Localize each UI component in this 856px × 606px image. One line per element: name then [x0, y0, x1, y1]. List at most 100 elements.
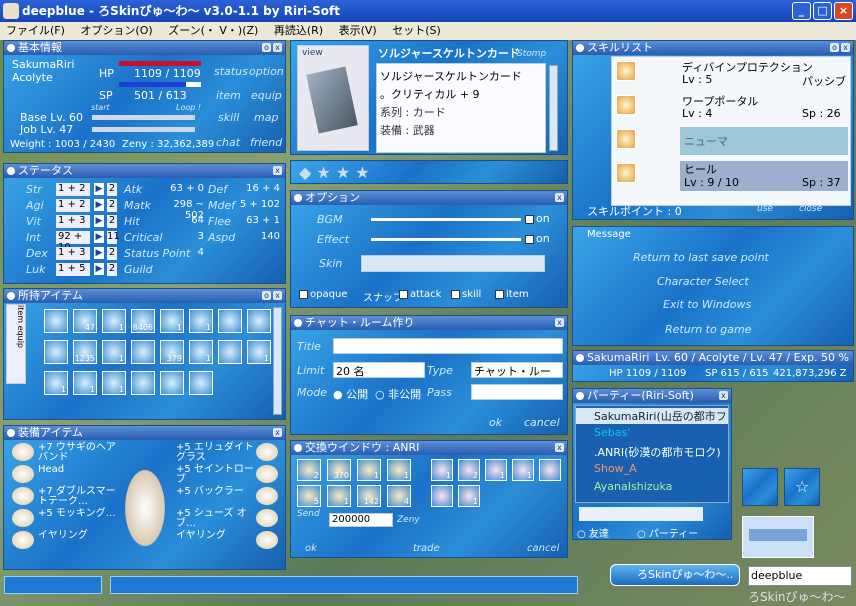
basic-info-window[interactable]: 基本情報 o x SakumaRiri Acolyte HP 1109 / 1109… [3, 40, 286, 153]
item-slot[interactable]: 1 [189, 340, 213, 364]
pass-input[interactable] [471, 384, 563, 400]
trade-my-item[interactable]: 1 [327, 485, 351, 507]
menu-option[interactable]: オプション(O) [80, 24, 152, 37]
trade-other-item[interactable]: 1 [458, 485, 480, 507]
card-window[interactable]: view ソルジャースケルトンカード Stomp ソルジャースケルトンカード 。… [290, 40, 568, 155]
item-slot[interactable]: 8406 [131, 309, 155, 333]
item-slot[interactable]: 1 [247, 340, 271, 364]
items-scrollbar[interactable] [273, 307, 282, 415]
trade-my-item[interactable]: 2 [297, 459, 321, 481]
stat-increase-button[interactable]: ▶ [94, 199, 104, 211]
equip-left-item[interactable]: +5 モッキング… [38, 509, 116, 519]
item-slot[interactable]: 47 [73, 309, 97, 333]
equip-right-item[interactable]: +5 バックラー [176, 487, 254, 497]
item-check[interactable]: item [506, 289, 529, 300]
item-slot[interactable]: 379 [160, 340, 184, 364]
type-select[interactable]: チャット・ルー [471, 362, 563, 378]
trade-other-item[interactable]: 1 [431, 459, 453, 481]
equip-left-item[interactable]: +7 ダブルスマートテーク… [38, 487, 116, 507]
equip-right-item[interactable]: +5 シューズ オブ… [176, 509, 254, 529]
card-scrollbar[interactable] [549, 65, 558, 151]
stat-increase-button[interactable]: ▶ [94, 263, 104, 275]
chat-header[interactable]: チャット・ルーム作り x [291, 316, 567, 330]
items-tabs[interactable]: item equip [6, 304, 26, 384]
item-slot[interactable]: 1 [189, 309, 213, 333]
limit-select[interactable]: 20 名 [333, 362, 425, 378]
item-slot[interactable] [218, 309, 242, 333]
stat-increase-button[interactable]: ▶ [94, 247, 104, 259]
status-window[interactable]: ステータス x Str 1 + 2 ▶ 2 Agi 1 + 2 ▶ 2 Vit 1 + 3 ▶ 2 Int… [3, 163, 286, 284]
skin-select[interactable] [361, 255, 545, 272]
stat-increase-button[interactable]: ▶ [94, 183, 104, 195]
item-slot[interactable] [131, 371, 155, 395]
item-button[interactable]: item [216, 89, 241, 102]
skill-name[interactable]: ニューマ [684, 133, 728, 149]
skin-badge[interactable]: ろSkinぴゅ～わ～.. [610, 564, 740, 586]
trade-other-item[interactable]: 1 [512, 459, 534, 481]
skill-header[interactable]: スキルリスト o x [573, 41, 853, 55]
trade-cancel-button[interactable]: cancel [527, 543, 559, 554]
equip-window[interactable]: 装備アイテム x +7 ウサギのヘアバンド Head +7 ダブルスマートテーク… +5… [3, 425, 286, 570]
chat-target-input[interactable] [4, 576, 102, 594]
chat-message-input[interactable] [110, 576, 578, 594]
trade-my-item[interactable]: 5 [297, 485, 321, 507]
trade-other-item[interactable] [539, 459, 561, 481]
option-window[interactable]: オプション x BGM on Effect on Skin opaque スナップ… [290, 190, 568, 308]
minimap-box[interactable] [742, 516, 814, 558]
map-button[interactable]: map [254, 111, 278, 124]
item-slot[interactable] [44, 309, 68, 333]
tab-party[interactable]: ○ パーティー [637, 525, 698, 539]
trade-my-item[interactable]: 1 [357, 459, 381, 481]
menu-set[interactable]: セット(S) [392, 24, 441, 37]
equip-right-item[interactable]: イヤリング [176, 531, 254, 541]
effect-on[interactable]: on [536, 232, 550, 245]
private-radio[interactable]: ○ 非公開 [375, 386, 421, 402]
trade-other-item[interactable] [431, 485, 453, 507]
party-header[interactable]: パーティー(Riri-Soft) x [573, 389, 731, 403]
item-slot[interactable]: 1 [160, 309, 184, 333]
minimize-button[interactable]: _ [792, 2, 811, 20]
skill-name[interactable]: ヒール [684, 161, 717, 177]
shortcut-slot[interactable] [742, 468, 778, 506]
menu-file[interactable]: ファイル(F) [6, 24, 65, 37]
item-slot[interactable]: 1 [73, 371, 97, 395]
status-header[interactable]: ステータス x [4, 164, 285, 178]
item-slot[interactable] [131, 340, 155, 364]
equip-left-item[interactable]: Head [38, 465, 116, 475]
skill-button[interactable]: skill [218, 111, 239, 124]
chat-button[interactable]: chat [216, 136, 240, 149]
menu-reload[interactable]: 再読込(R) [274, 24, 323, 37]
party-member[interactable]: .ANRI(砂漠の都市モロク) [576, 444, 728, 460]
skill-list-window[interactable]: スキルリスト o x ディバインプロテクション Lv : 5 パッシブ ワープポータ… [572, 40, 854, 220]
chat-title-input[interactable] [333, 338, 563, 354]
item-slot[interactable] [160, 371, 184, 395]
stat-increase-button[interactable]: ▶ [94, 215, 104, 227]
public-radio[interactable]: ● 公開 [333, 386, 368, 402]
menu-window[interactable]: Message Return to last save point Charac… [572, 226, 854, 346]
party-member[interactable]: AyanaIshizuka [576, 480, 728, 496]
skill-use-button[interactable]: use [757, 204, 773, 214]
friend-button[interactable]: friend [250, 136, 282, 149]
item-slot[interactable]: 1 [44, 371, 68, 395]
trade-header[interactable]: 交換ウインドウ : ANRI x [291, 441, 567, 455]
items-header[interactable]: 所持アイテム o x [4, 289, 285, 303]
item-slot[interactable]: 1 [102, 371, 126, 395]
trade-my-item[interactable]: 1 [387, 459, 411, 481]
option-header[interactable]: オプション x [291, 191, 567, 205]
skill-close-button[interactable]: close [799, 204, 822, 214]
opaque-check[interactable]: opaque [310, 289, 347, 300]
character-select[interactable]: Character Select [657, 275, 749, 288]
attack-check[interactable]: attack [410, 289, 441, 300]
tab-friends[interactable]: ○ 友達 [577, 525, 609, 539]
equip-header[interactable]: 装備アイテム x [4, 426, 285, 440]
trade-other-item[interactable]: 2 [458, 459, 480, 481]
party-member[interactable]: Sebas' [576, 426, 728, 442]
skill-check[interactable]: skill [462, 289, 481, 300]
chat-ok-button[interactable]: ok [489, 416, 502, 429]
shortcut-slot-star[interactable]: ☆ [784, 468, 820, 506]
chat-room-window[interactable]: チャット・ルーム作り x Title Limit 20 名 Type チャット・ル… [290, 315, 568, 435]
menu-view[interactable]: 表示(V) [339, 24, 377, 37]
item-slot[interactable]: 1 [102, 309, 126, 333]
trade-my-item[interactable]: 4 [387, 485, 411, 507]
trade-ok-button[interactable]: ok [305, 543, 317, 554]
